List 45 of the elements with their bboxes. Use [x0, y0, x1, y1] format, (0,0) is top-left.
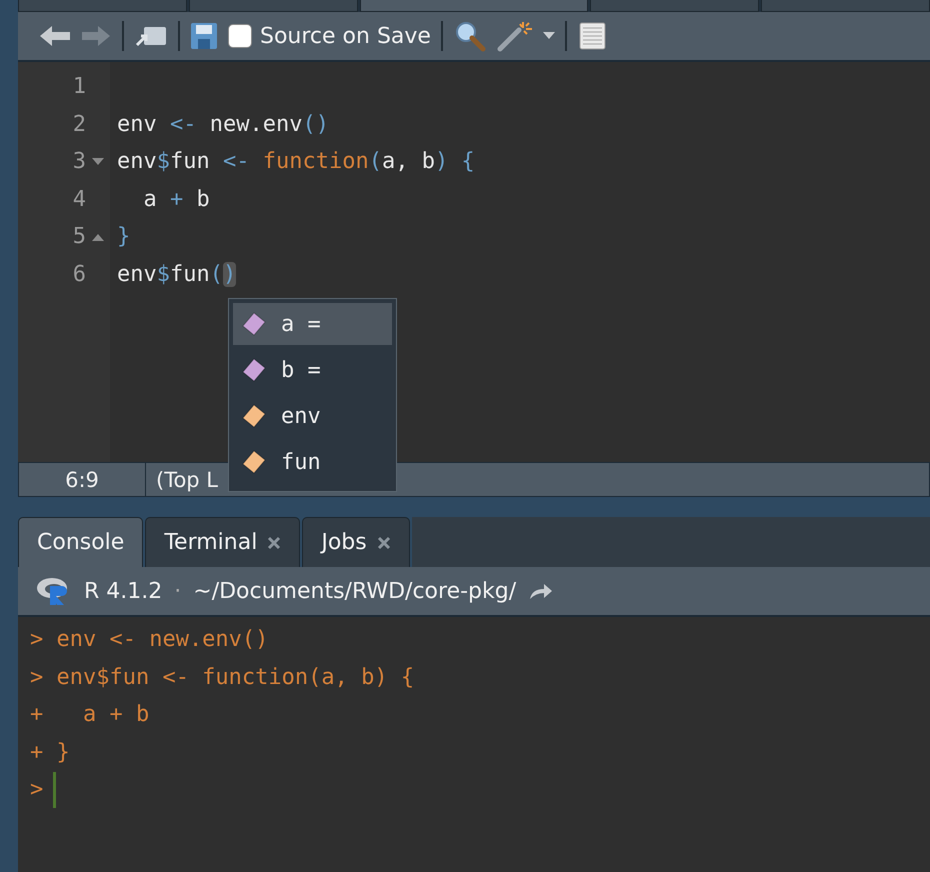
- close-icon[interactable]: [267, 536, 282, 550]
- text-cursor: [53, 772, 56, 808]
- save-icon[interactable]: [190, 22, 218, 50]
- code-line: env <- new.env(): [117, 112, 329, 137]
- console-line: + }: [30, 740, 70, 765]
- line-number: 3: [72, 149, 86, 174]
- code-line: env$fun(): [117, 262, 236, 287]
- console-tab[interactable]: Terminal: [145, 517, 300, 567]
- editor-tab[interactable]: [360, 0, 588, 12]
- line-number: 4: [72, 186, 86, 212]
- completion-item[interactable]: b =: [233, 349, 392, 391]
- console-line: + a + b: [30, 702, 150, 728]
- console-line: >: [30, 777, 44, 802]
- r-version: R 4.1.2: [84, 578, 162, 604]
- source-on-save-checkbox[interactable]: Source on Save: [228, 24, 431, 48]
- completion-item[interactable]: a =: [233, 303, 392, 345]
- console-tab[interactable]: Jobs: [302, 517, 410, 567]
- completion-item[interactable]: fun: [233, 441, 392, 483]
- magic-wand-icon[interactable]: [496, 20, 533, 52]
- share-arrow-icon[interactable]: [528, 581, 554, 601]
- diamond-icon: [241, 449, 267, 475]
- back-arrow-icon[interactable]: [38, 24, 72, 48]
- working-directory: ~/Documents/RWD/core-pkg/: [193, 578, 516, 604]
- diamond-icon: [241, 403, 267, 429]
- console-line: > env$fun <- function(a, b) {: [30, 664, 414, 690]
- completion-item[interactable]: env: [233, 395, 392, 437]
- scope-selector[interactable]: (Top L: [146, 468, 218, 492]
- fold-down-icon[interactable]: [92, 158, 104, 166]
- line-number: 6: [72, 262, 86, 287]
- caret-icon[interactable]: [542, 32, 555, 40]
- code-line: }: [117, 224, 130, 250]
- diamond-icon: [241, 357, 267, 383]
- notebook-icon[interactable]: [576, 21, 607, 51]
- separator-dot: ·: [174, 578, 182, 604]
- console-tab[interactable]: Console: [18, 517, 144, 567]
- code-line: a + b: [142, 186, 210, 212]
- close-icon[interactable]: [376, 536, 391, 550]
- fold-up-icon[interactable]: [92, 232, 104, 241]
- cursor-position: 6:9: [19, 463, 146, 496]
- line-number: 2: [72, 112, 86, 137]
- diamond-icon: [241, 311, 267, 337]
- line-number: 5: [72, 224, 86, 250]
- code-line: env$fun <- function(a, b) {: [117, 149, 475, 174]
- console-line: > env <- new.env(): [30, 627, 268, 652]
- line-number: 1: [72, 74, 86, 100]
